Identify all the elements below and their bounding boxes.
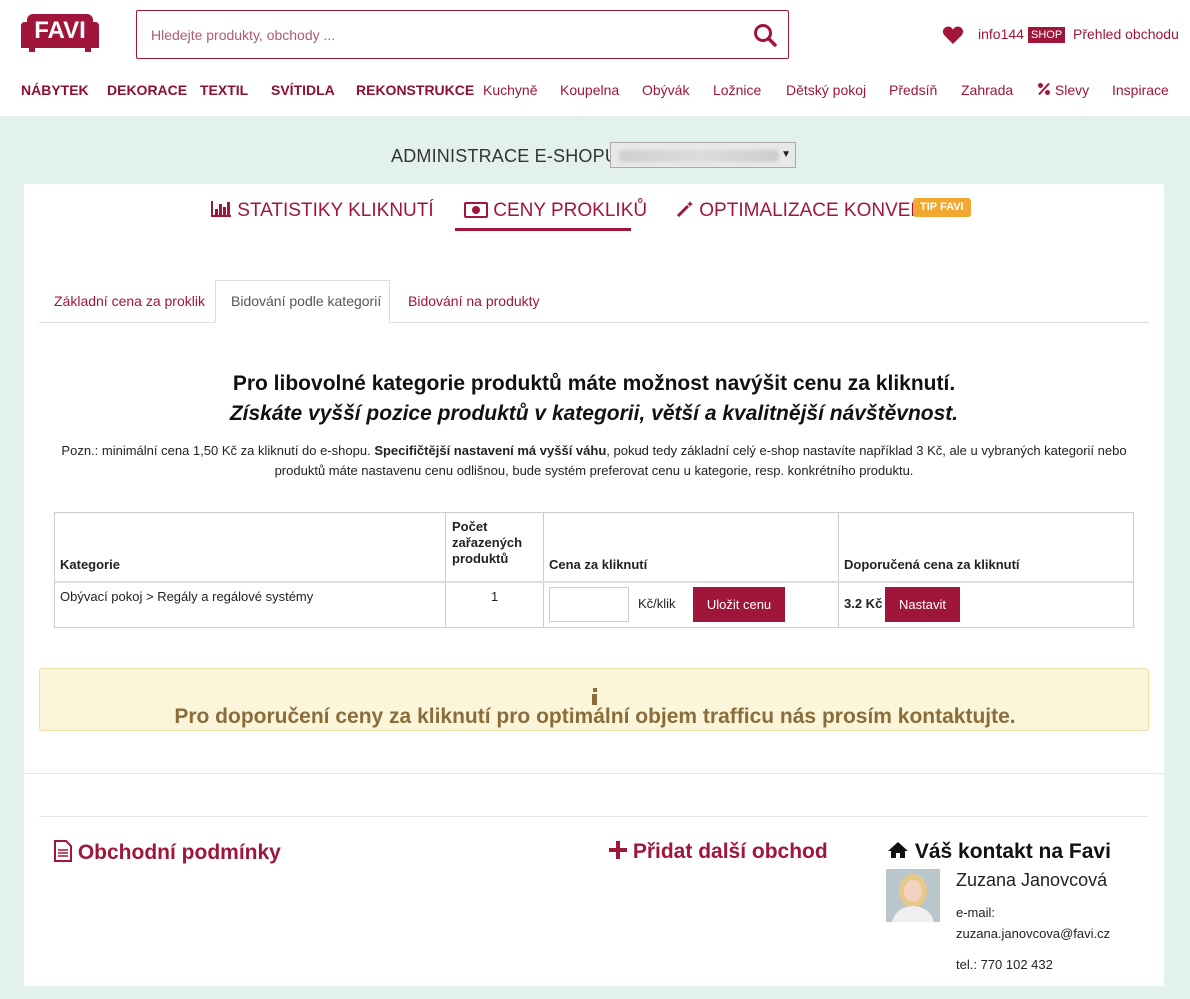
nav-item-hallway[interactable]: Předsíň [889,82,937,98]
subtab-product-bidding[interactable]: Bidování na produkty [408,293,540,309]
row-product-count: 1 [491,589,499,604]
info-icon [592,688,597,705]
shop-select-value [619,150,779,162]
terms-label: Obchodní podmínky [77,841,281,864]
contact-email[interactable]: zuzana.janovcova@favi.cz [956,926,1110,941]
contact-phone: tel.: 770 102 432 [956,957,1053,972]
shop-select[interactable]: ▼ [610,142,796,168]
th-category: Kategorie [60,557,120,572]
nav-item-inspiration[interactable]: Inspirace [1112,82,1169,98]
nav-item-bathroom[interactable]: Koupelna [560,82,619,98]
divider [39,816,1149,817]
bar-chart-icon [211,201,231,217]
document-icon [54,840,72,862]
click-price-input[interactable] [549,587,629,622]
search-icon[interactable] [752,22,778,48]
search-input[interactable] [151,25,711,45]
recommended-price: 3.2 Kč [844,596,883,611]
money-icon [464,202,488,218]
nav-item-textile[interactable]: TEXTIL [200,82,248,98]
tab-click-prices[interactable]: CENY PROKLIKŮ [455,200,647,231]
save-price-button[interactable]: Uložit cenu [693,587,785,622]
user-link[interactable]: info144 [978,26,1024,42]
th-product-count: Počet zařazených produktů [452,519,522,567]
note-part-1: Pozn.: minimální cena 1,50 Kč za kliknut… [61,443,375,458]
th-count-line-1: Počet [452,519,488,534]
subtab-basic-price[interactable]: Základní cena za proklik [54,293,205,309]
subtabs-divider [39,322,1149,323]
svg-text:FAVI: FAVI [34,17,86,44]
search-box [136,10,789,59]
nav-item-kids-room[interactable]: Dětský pokoj [786,82,866,98]
nav-item-kitchen[interactable]: Kuchyně [483,82,537,98]
info-message: Pro doporučení ceny za kliknutí pro opti… [174,705,1016,728]
headline-line-2: Získáte vyšší pozice produktů v kategori… [229,402,959,425]
percent-icon [1038,82,1050,96]
home-icon [888,842,908,858]
shop-badge: SHOP [1028,27,1066,43]
note-line-2: produktů máte nastavenu cenu odlišnou, b… [274,463,914,478]
contact-name: Zuzana Janovcová [956,870,1108,890]
dropdown-arrow-icon: ▼ [781,149,791,160]
nav-item-lights[interactable]: SVÍTIDLA [271,82,335,98]
person-photo [886,869,940,922]
nav-item-living-room[interactable]: Obývák [642,82,689,98]
shop-overview-link[interactable]: Přehled obchodu [1073,26,1179,42]
add-shop-link[interactable]: Přidat další obchod [609,840,828,864]
note-bold: Specifičtější nastavení má vyšší váhu [374,443,607,458]
tab-conversion-optimization[interactable]: OPTIMALIZACE KONVERZÍ [676,200,941,222]
plus-icon [609,841,627,859]
tip-favi-badge: TIP FAVI [913,198,971,217]
contact-title-label: Váš kontakt na Favi [914,840,1111,863]
contact-title: Váš kontakt na Favi [887,840,1111,864]
favi-logo[interactable]: FAVI [19,12,101,54]
admin-label: ADMINISTRACE E-SHOPU [391,146,619,166]
nav-item-garden[interactable]: Zahrada [961,82,1013,98]
row-category: Obývací pokoj > Regály a regálové systém… [60,589,314,604]
terms-link[interactable]: Obchodní podmínky [54,840,281,865]
th-count-line-2: zařazených [452,535,523,550]
info-box: Pro doporučení ceny za kliknutí pro opti… [39,668,1149,731]
pricing-note: Pozn.: minimální cena 1,50 Kč za kliknut… [39,441,1149,481]
table-header-divider [55,581,1133,583]
magic-wand-icon [676,201,693,218]
price-unit: Kč/klik [638,596,676,611]
info-text: Pro doporučení ceny za kliknutí pro opti… [40,687,1150,728]
add-shop-label: Přidat další obchod [632,840,828,863]
th-click-price: Cena za kliknutí [549,557,648,572]
email-label: e-mail: [956,905,996,920]
header: FAVI info144 SHOP Přehled obchodu NÁBYTE… [0,0,1190,116]
nav-item-sale-label: Slevy [1054,82,1090,98]
set-recommended-button[interactable]: Nastavit [885,587,960,622]
nav-item-reconstruction[interactable]: REKONSTRUKCE [356,82,474,98]
main-nav: NÁBYTEK DEKORACE TEXTIL SVÍTIDLA REKONST… [0,82,1190,102]
nav-item-bedroom[interactable]: Ložnice [713,82,761,98]
nav-item-decorations[interactable]: DEKORACE [107,82,187,98]
nav-item-furniture[interactable]: NÁBYTEK [21,82,89,98]
subtab-category-bidding[interactable]: Bidování podle kategorií [215,280,390,323]
heart-icon[interactable] [942,25,964,45]
tab-click-statistics-label: STATISTIKY KLIKNUTÍ [237,200,434,221]
th-recommended-price: Doporučená cena za kliknutí [844,557,1020,572]
note-part-2: , pokud tedy základní celý e-shop nastav… [606,443,1127,458]
divider [24,773,1164,774]
tab-conversion-optimization-label: OPTIMALIZACE KONVERZÍ [699,200,942,221]
headline-line-1: Pro libovolné kategorie produktů máte mo… [232,372,956,395]
tab-click-statistics[interactable]: STATISTIKY KLIKNUTÍ [210,200,434,222]
contact-avatar [886,869,940,922]
th-count-line-3: produktů [452,551,509,566]
nav-item-sale[interactable]: Slevy [1037,82,1089,98]
tab-click-prices-label: CENY PROKLIKŮ [493,200,648,221]
subtab-category-bidding-label: Bidování podle kategorií [231,293,382,309]
